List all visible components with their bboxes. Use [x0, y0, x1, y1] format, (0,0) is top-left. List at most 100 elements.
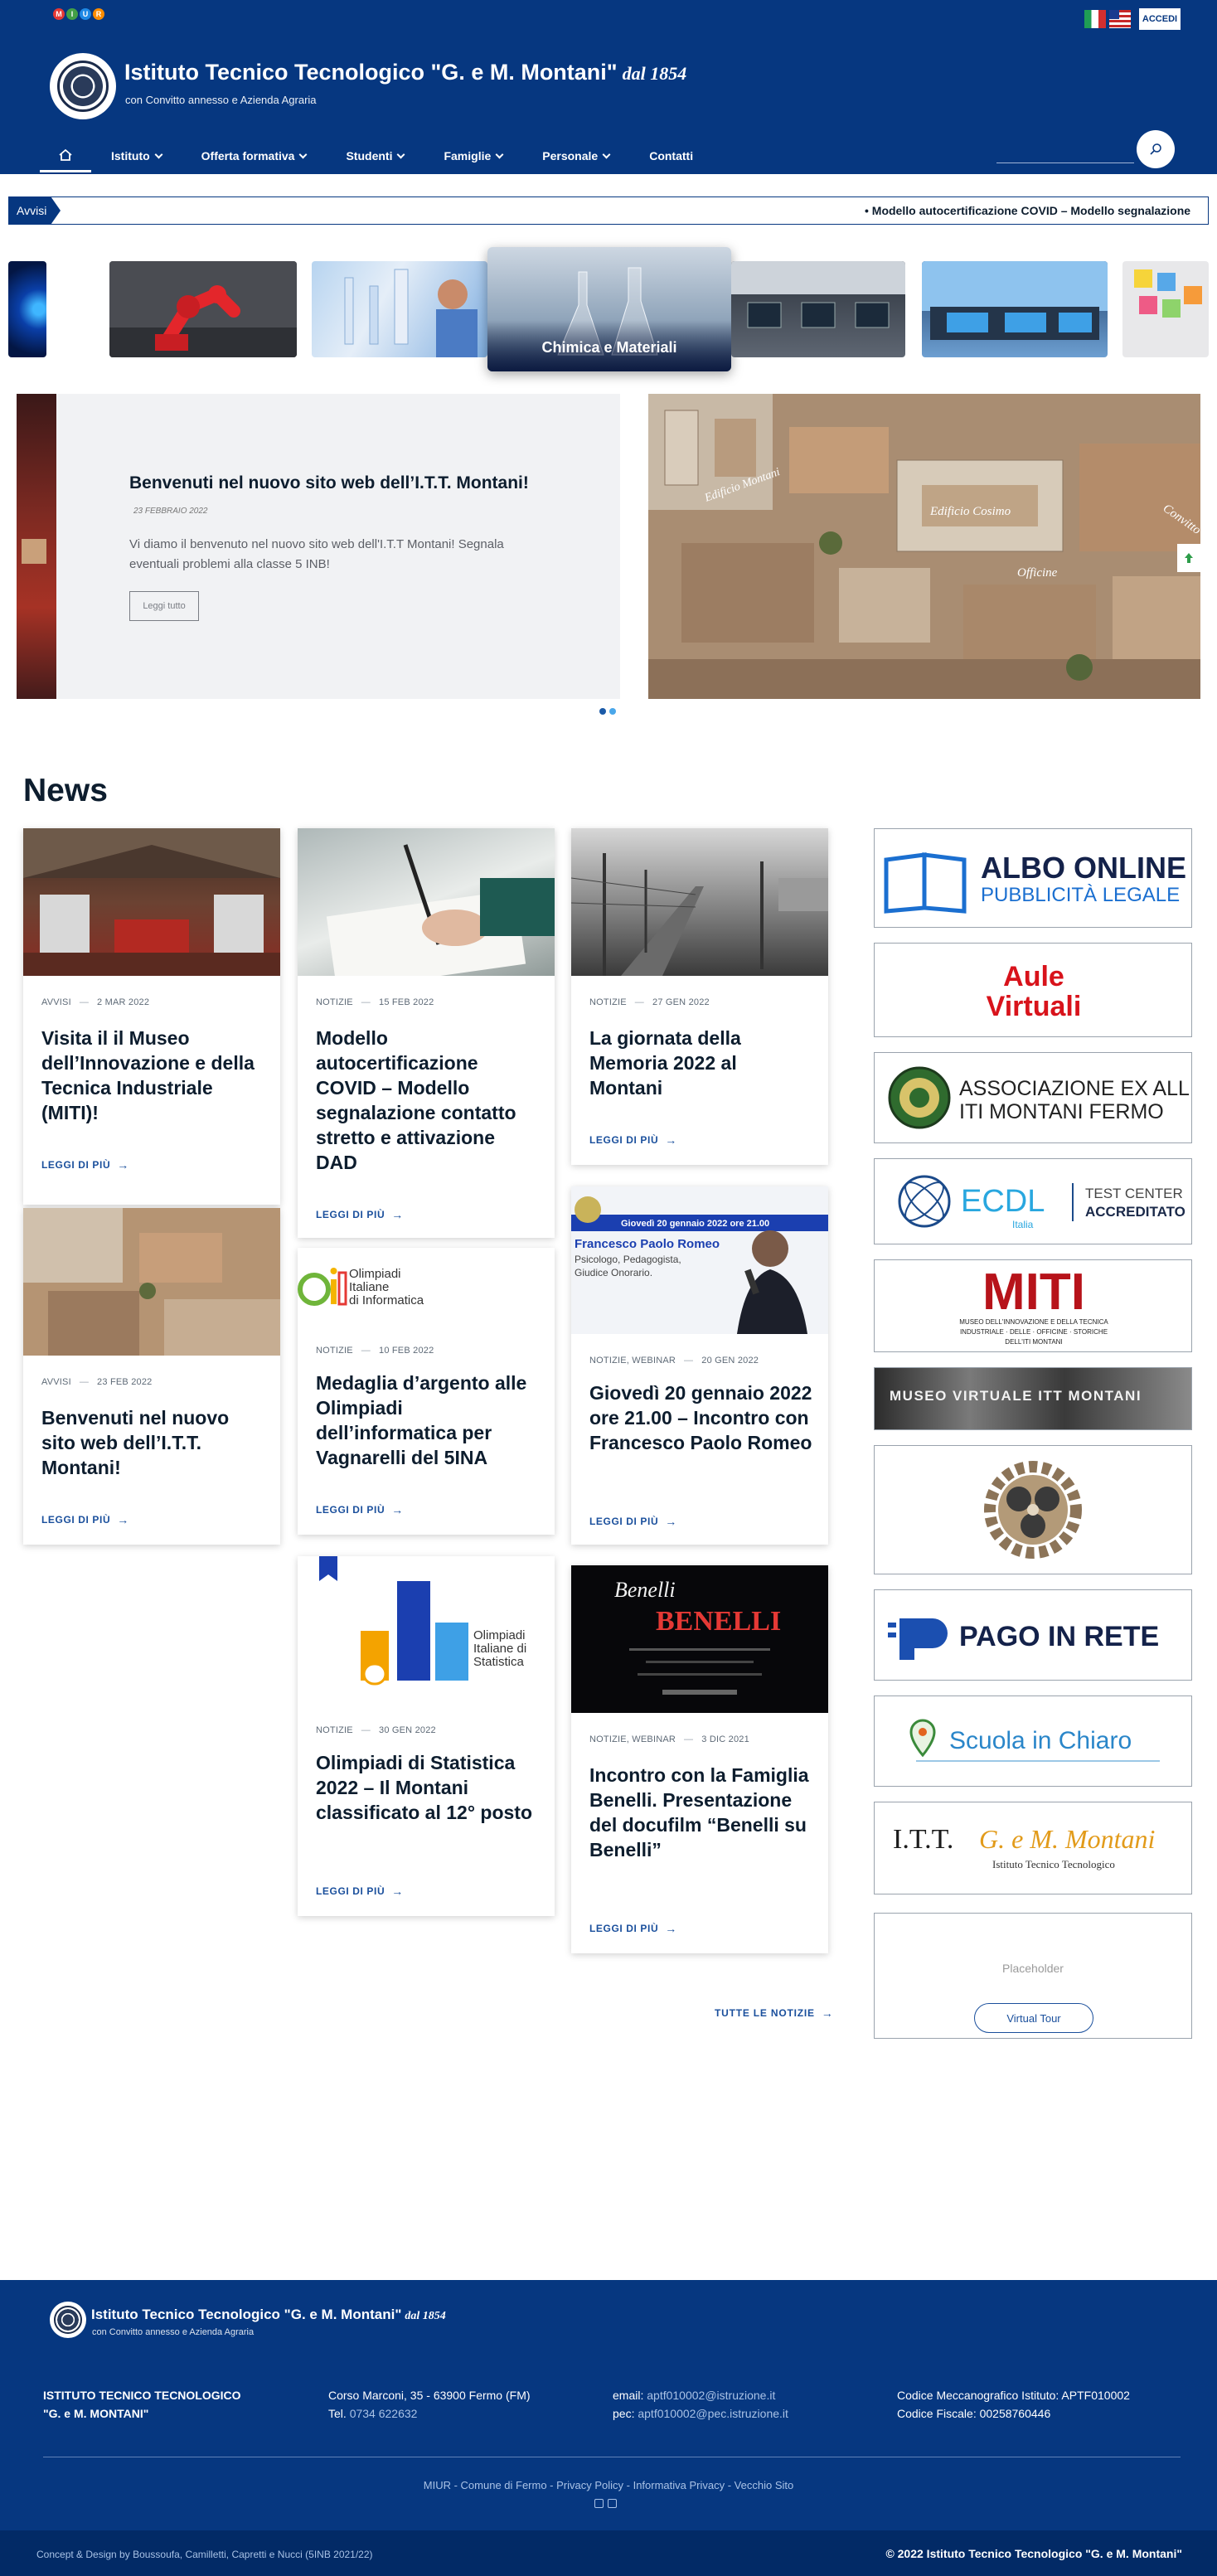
nav-label: Studenti	[346, 149, 393, 163]
read-more-link[interactable]: LEGGI DI PIÙ →	[316, 1208, 404, 1221]
news-title[interactable]: Giovedì 20 gennaio 2022 ore 21.00 – Inco…	[589, 1380, 813, 1455]
robot-arm-image	[109, 261, 297, 357]
read-more-link[interactable]: LEGGI DI PIÙ →	[316, 1503, 404, 1516]
login-button[interactable]: ACCEDI	[1139, 8, 1181, 30]
news-category[interactable]: NOTIZIE	[316, 997, 353, 1007]
news-category[interactable]: AVVISI	[41, 1377, 71, 1387]
miti-banner[interactable]: MITI MUSEO DELL'INNOVAZIONE E DELLA TECN…	[874, 1259, 1192, 1352]
albo-online-banner[interactable]: ALBO ONLINE PUBBLICITÀ LEGALE	[874, 828, 1192, 928]
news-title[interactable]: Modello autocertificazione COVID – Model…	[316, 1026, 540, 1175]
news-card[interactable]: NOTIZIE —15 FEB 2022 Modello autocertific…	[298, 828, 555, 1238]
banner-text: Virtuali	[987, 991, 1082, 1022]
news-title[interactable]: Medaglia d’argento alle Olimpiadi dell’i…	[316, 1370, 540, 1470]
nav-home[interactable]	[40, 139, 91, 172]
pago-in-rete-banner[interactable]: PAGO IN RETE	[874, 1589, 1192, 1681]
aule-virtuali-banner[interactable]: Aule Virtuali	[874, 943, 1192, 1037]
us-flag-icon[interactable]	[1109, 10, 1131, 28]
nav-label: Famiglie	[444, 149, 492, 163]
hero-title[interactable]: Benvenuti nel nuovo sito web dell’I.T.T.…	[129, 473, 529, 493]
news-category[interactable]: AVVISI	[41, 997, 71, 1007]
news-card[interactable]: Olimpiadi Italiane di Informatica NOTIZI…	[298, 1248, 555, 1535]
footer-email-link[interactable]: aptf010002@istruzione.it	[647, 2389, 775, 2402]
hero-text: Vi diamo il benvenuto nel nuovo sito web…	[129, 537, 504, 571]
footer-links[interactable]: MIUR - Comune di Fermo - Privacy Policy …	[0, 2479, 1217, 2491]
ecdl-banner[interactable]: ECDL Italia TEST CENTER ACCREDITATO	[874, 1158, 1192, 1244]
itt-montani-banner[interactable]: I.T.T. G. e M. Montani Istituto Tecnico …	[874, 1802, 1192, 1894]
read-all-button[interactable]: Leggi tutto	[129, 591, 199, 621]
news-category[interactable]: NOTIZIE	[316, 1346, 353, 1356]
itt-montani-logo: I.T.T. G. e M. Montani Istituto Tecnico …	[893, 1824, 1155, 1870]
news-card[interactable]: Giovedì 20 gennaio 2022 ore 21.00 France…	[571, 1186, 828, 1545]
category-tile[interactable]	[1122, 261, 1209, 357]
news-title[interactable]: Incontro con la Famiglia Benelli. Presen…	[589, 1763, 813, 1862]
read-more-link[interactable]: LEGGI DI PIÙ →	[589, 1515, 677, 1528]
museo-virtuale-banner[interactable]: MUSEO VIRTUALE ITT MONTANI	[874, 1367, 1192, 1430]
miur-logo[interactable]: M I U R	[53, 8, 104, 20]
image-text: Giovedì 20 gennaio 2022 ore 21.00	[621, 1219, 769, 1229]
nav-studenti[interactable]: Studenti	[326, 149, 424, 163]
italian-flag-icon[interactable]	[1084, 10, 1106, 28]
scuola-in-chiaro-banner[interactable]: Scuola in Chiaro	[874, 1696, 1192, 1787]
footer-pec-link[interactable]: aptf010002@pec.istruzione.it	[638, 2407, 788, 2420]
ex-allievi-banner[interactable]: ASSOCIAZIONE EX ALLIEVI ITI MONTANI FERM…	[874, 1052, 1192, 1143]
news-title[interactable]: Benvenuti nel nuovo sito web dell’I.T.T.…	[41, 1405, 265, 1480]
read-more-link[interactable]: LEGGI DI PIÙ →	[316, 1885, 404, 1898]
read-more-link[interactable]: LEGGI DI PIÙ →	[589, 1133, 677, 1147]
read-more-link[interactable]: LEGGI DI PIÙ →	[589, 1922, 677, 1935]
news-card[interactable]: AVVISI —23 FEB 2022 Benvenuti nel nuovo s…	[23, 1208, 280, 1545]
news-title[interactable]: La giornata della Memoria 2022 al Montan…	[589, 1026, 813, 1100]
news-image: Olimpiadi Italiane di Statistica	[298, 1556, 555, 1704]
banner-text: Aule	[1003, 961, 1064, 992]
virtual-tour-button[interactable]: Virtual Tour	[974, 2003, 1093, 2033]
news-title[interactable]: Olimpiadi di Statistica 2022 – Il Montan…	[316, 1750, 540, 1825]
miur-letter: R	[93, 8, 104, 20]
facebook-icon[interactable]	[594, 2499, 604, 2508]
read-more-label: LEGGI DI PIÙ	[589, 1134, 659, 1146]
school-seal-logo[interactable]	[50, 53, 116, 119]
news-category[interactable]: NOTIZIE	[316, 1725, 353, 1735]
nav-contatti[interactable]: Contatti	[629, 149, 713, 163]
nav-famiglie[interactable]: Famiglie	[424, 149, 522, 163]
ex-allievi-logo: ASSOCIAZIONE EX ALLIEVI ITI MONTANI FERM…	[888, 1066, 1191, 1129]
scroll-top-button[interactable]	[1177, 544, 1200, 572]
gear-logo-banner[interactable]	[874, 1445, 1192, 1574]
search-button[interactable]	[1137, 130, 1175, 168]
hero-side-image	[17, 394, 56, 699]
category-tile[interactable]	[8, 261, 46, 357]
slider-dot-active[interactable]	[609, 708, 616, 715]
ticker-text[interactable]: • Modello autocertificazione COVID – Mod…	[865, 204, 1190, 217]
news-card[interactable]: Benelli BENELLI NOTIZIE, WEBINAR —3 DIC 2…	[571, 1565, 828, 1953]
nav-offerta-formativa[interactable]: Offerta formativa	[182, 149, 327, 163]
news-category[interactable]: NOTIZIE, WEBINAR	[589, 1734, 676, 1744]
news-category[interactable]: NOTIZIE, WEBINAR	[589, 1356, 676, 1366]
news-date: 2 MAR 2022	[97, 997, 150, 1007]
category-tile[interactable]	[731, 261, 905, 357]
category-tile[interactable]	[922, 261, 1108, 357]
category-tile-active[interactable]: Chimica e Materiali	[487, 247, 731, 371]
news-date: 23 FEB 2022	[97, 1377, 153, 1387]
footer-seal-logo[interactable]	[50, 2302, 86, 2338]
image-text: BENELLI	[656, 1606, 781, 1637]
news-card[interactable]: NOTIZIE —27 GEN 2022 La giornata della Me…	[571, 828, 828, 1165]
footer-subtitle: con Convitto annesso e Azienda Agraria	[92, 2327, 255, 2337]
category-tile[interactable]	[109, 261, 297, 357]
news-title[interactable]: Visita il il Museo dell’Innovazione e de…	[41, 1026, 265, 1125]
news-card[interactable]: Olimpiadi Italiane di Statistica NOTIZIE…	[298, 1556, 555, 1916]
image-text: Psicologo, Pedagogista,	[575, 1254, 681, 1265]
news-category[interactable]: NOTIZIE	[589, 997, 627, 1007]
all-news-link[interactable]: TUTTE LE NOTIZIE →	[715, 2006, 834, 2020]
banner-text: INDUSTRIALE · DELLE · OFFICINE · STORICH…	[960, 1328, 1108, 1336]
site-title[interactable]: Istituto Tecnico Tecnologico "G. e M. Mo…	[124, 60, 686, 85]
read-more-link[interactable]: LEGGI DI PIÙ →	[41, 1513, 129, 1526]
footer-phone-link[interactable]: 0734 622632	[350, 2407, 418, 2420]
nav-istituto[interactable]: Istituto	[91, 149, 182, 163]
instagram-icon[interactable]	[608, 2499, 617, 2508]
nav-personale[interactable]: Personale	[522, 149, 629, 163]
banner-text: Istituto Tecnico Tecnologico	[992, 1858, 1115, 1870]
lab-image	[344, 269, 478, 357]
news-ticker: Avvisi • Modello autocertificazione COVI…	[8, 196, 1209, 225]
slider-dot[interactable]	[599, 708, 606, 715]
read-more-link[interactable]: LEGGI DI PIÙ →	[41, 1158, 129, 1172]
news-card[interactable]: AVVISI —2 MAR 2022 Visita il il Museo del…	[23, 828, 280, 1205]
category-tile[interactable]	[312, 261, 487, 357]
